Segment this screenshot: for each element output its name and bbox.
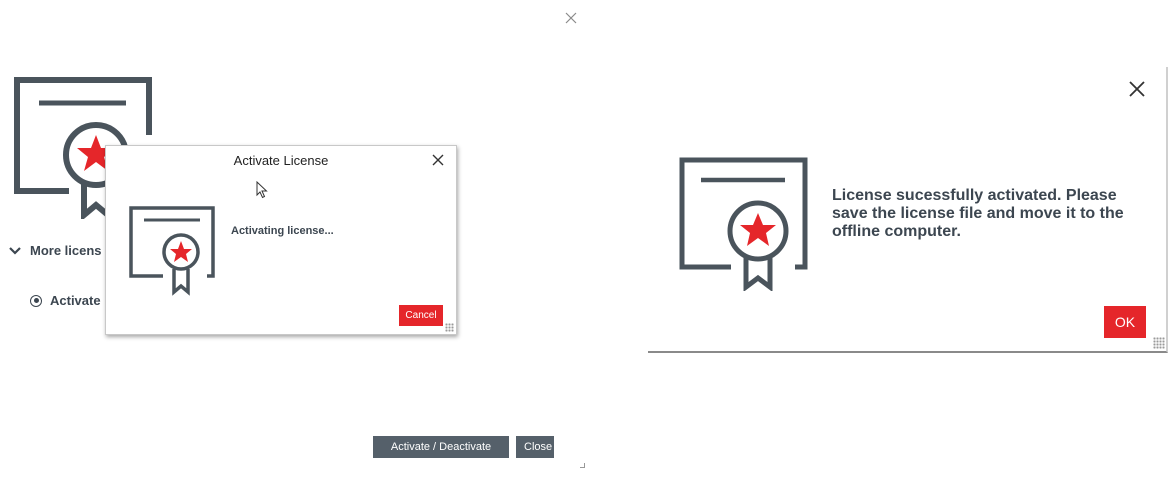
activation-status-text: Activating license... — [231, 225, 334, 237]
ok-button[interactable]: OK — [1104, 306, 1146, 338]
activate-deactivate-offline-button[interactable]: Activate / Deactivate Offline — [373, 436, 509, 475]
radio-button[interactable] — [30, 294, 42, 307]
resize-grip[interactable] — [1153, 337, 1165, 349]
cancel-button[interactable]: Cancel — [399, 305, 443, 326]
more-licenses-label: More licens — [30, 243, 102, 258]
success-message: License sucessfully activated. Please sa… — [832, 187, 1124, 240]
chevron-down-icon — [9, 246, 21, 255]
close-icon[interactable] — [1128, 80, 1146, 98]
certificate-icon — [679, 157, 808, 291]
certificate-icon — [129, 206, 215, 296]
resize-grip[interactable] — [445, 323, 454, 332]
close-button[interactable]: Close — [516, 436, 554, 458]
mouse-cursor-icon — [256, 181, 268, 199]
resize-handle[interactable] — [580, 463, 585, 468]
more-licenses-heading[interactable]: More licens — [8, 243, 102, 258]
activate-option-label: Activate — [50, 293, 101, 308]
success-dialog: License sucessfully activated. Please sa… — [648, 67, 1168, 353]
close-icon[interactable] — [432, 154, 444, 166]
close-icon[interactable] — [565, 12, 577, 24]
activate-license-dialog: Activate License Activating license... C… — [105, 145, 457, 335]
activate-radio-option[interactable]: Activate — [30, 293, 101, 308]
dialog-title: Activate License — [233, 153, 329, 168]
